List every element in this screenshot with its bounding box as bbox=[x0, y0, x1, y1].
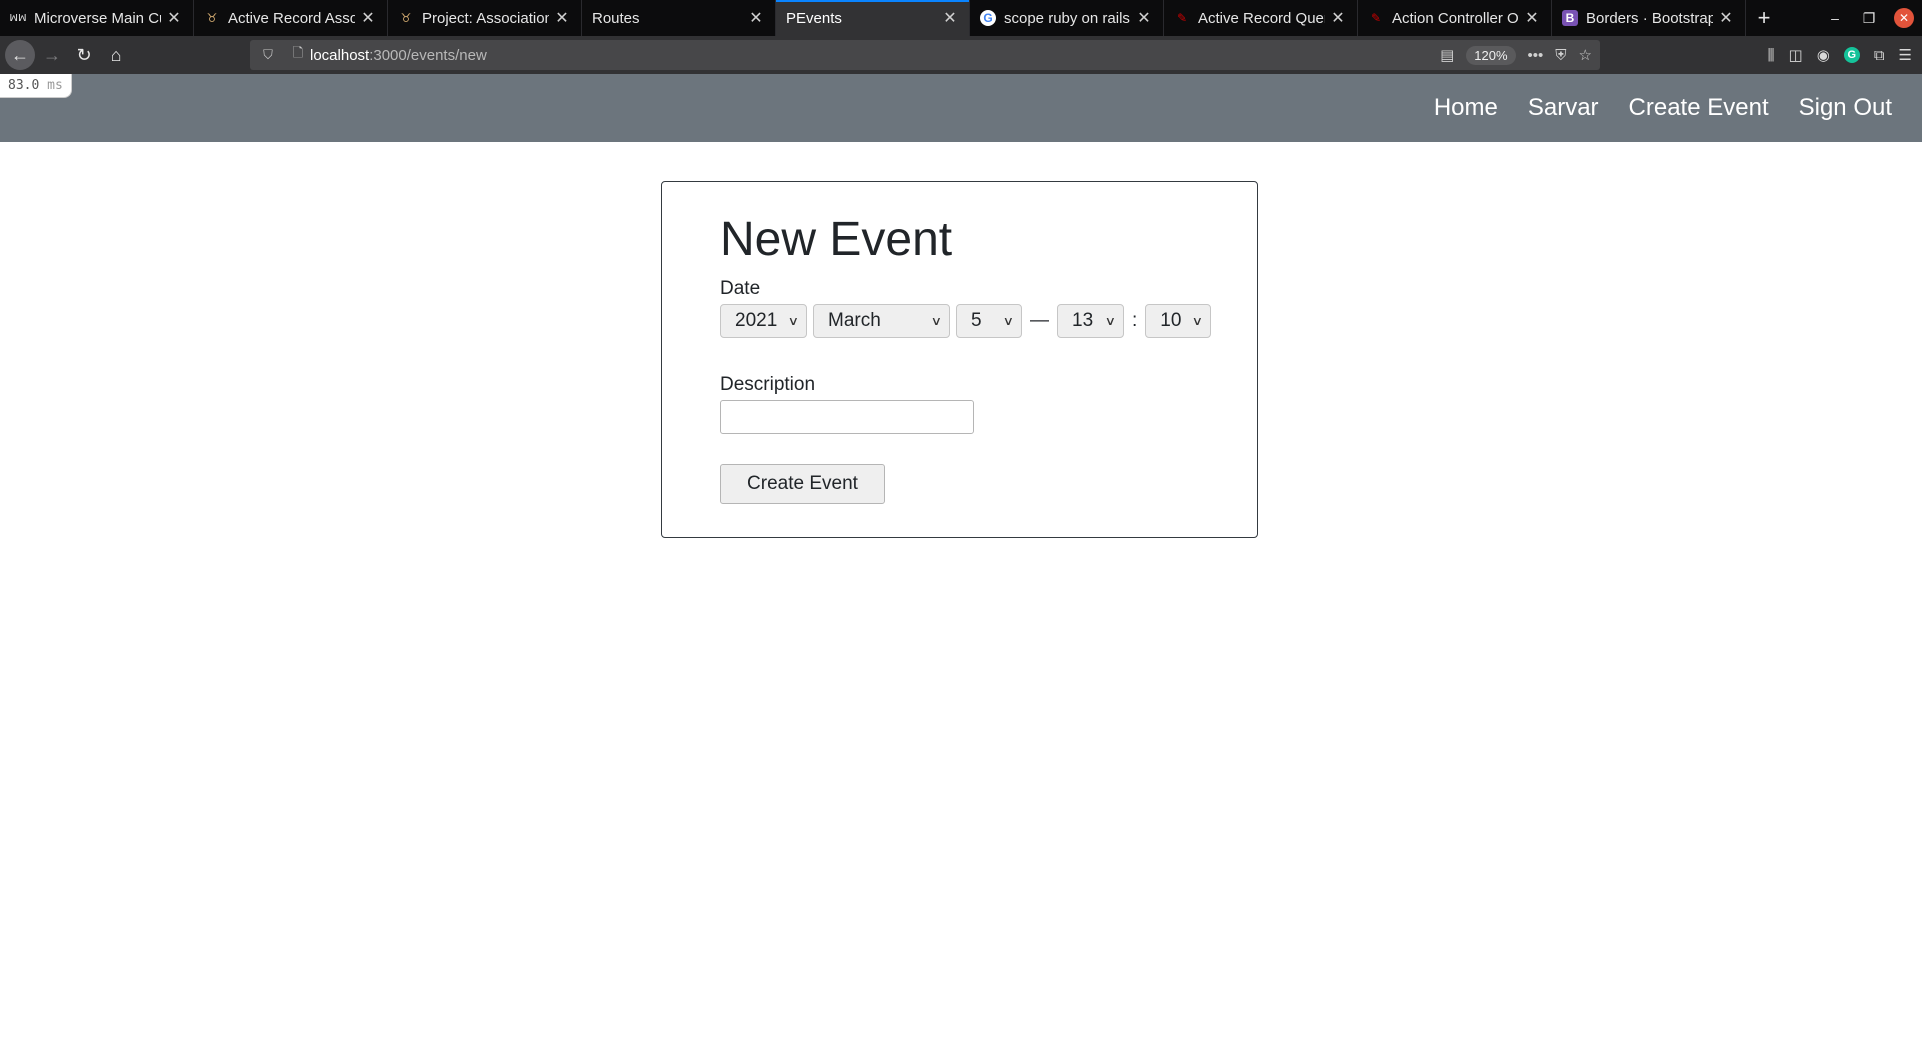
nav-link-home[interactable]: Home bbox=[1434, 94, 1498, 122]
time-separator: : bbox=[1132, 310, 1138, 331]
tab-title: Active Record Assoc bbox=[228, 9, 355, 27]
browser-tab[interactable]: ✎ Active Record Query ✕ bbox=[1164, 0, 1358, 36]
chevron-down-icon: ∨ bbox=[787, 314, 800, 328]
tab-close-icon[interactable]: ✕ bbox=[941, 8, 959, 28]
library-icon[interactable]: ⫼ bbox=[1768, 47, 1775, 64]
google-icon: G bbox=[980, 10, 996, 26]
extensions-icon[interactable]: ⧉ bbox=[1874, 47, 1885, 64]
tab-title: Routes bbox=[592, 9, 640, 27]
home-icon[interactable]: ⌂ bbox=[101, 40, 131, 70]
new-event-card: New Event Date 2021 ∨ March ∨ 5 ∨ — 13 ∨… bbox=[661, 181, 1258, 538]
pocket-icon[interactable]: ⛨ bbox=[1555, 47, 1566, 64]
tab-title: scope ruby on rails c bbox=[1004, 9, 1131, 27]
tab-title: Project: Association bbox=[422, 9, 549, 27]
restore-icon[interactable]: ❐ bbox=[1852, 10, 1886, 27]
window-close-icon[interactable]: ✕ bbox=[1894, 8, 1914, 28]
chevron-down-icon: ∨ bbox=[1192, 314, 1204, 328]
more-actions-icon[interactable]: ••• bbox=[1528, 47, 1544, 64]
reader-view-icon[interactable]: ▤ bbox=[1440, 46, 1454, 64]
day-select[interactable]: 5 ∨ bbox=[956, 304, 1022, 338]
chevron-down-icon: ∨ bbox=[930, 314, 943, 328]
shield-icon[interactable]: ⛉ bbox=[256, 47, 280, 63]
profiler-unit: ms bbox=[47, 78, 63, 93]
hour-value: 13 bbox=[1072, 310, 1094, 331]
microverse-icon: ꟽꟽ bbox=[9, 12, 27, 24]
account-icon[interactable]: ◉ bbox=[1817, 46, 1830, 64]
browser-tab[interactable]: ♉ Project: Association ✕ bbox=[388, 0, 582, 36]
date-select-row: 2021 ∨ March ∨ 5 ∨ — 13 ∨ : 10 ∨ bbox=[720, 304, 1217, 338]
url-host: localhost bbox=[310, 46, 370, 64]
browser-tab-bar: ꟽꟽ Microverse Main Cu ✕ ♉ Active Record … bbox=[0, 0, 1922, 36]
forward-arrow-icon[interactable]: → bbox=[37, 40, 67, 70]
tab-close-icon[interactable]: ✕ bbox=[359, 8, 377, 28]
tab-title: Microverse Main Cu bbox=[34, 9, 161, 27]
tab-close-icon[interactable]: ✕ bbox=[1329, 8, 1347, 28]
rails-icon: ♉ bbox=[206, 11, 218, 25]
tab-close-icon[interactable]: ✕ bbox=[1523, 8, 1541, 28]
rails-icon: ✎ bbox=[1176, 11, 1188, 25]
nav-link-create-event[interactable]: Create Event bbox=[1629, 94, 1769, 122]
tab-close-icon[interactable]: ✕ bbox=[1717, 8, 1735, 28]
tab-title: Action Controller Ov bbox=[1392, 9, 1519, 27]
browser-tab[interactable]: Routes ✕ bbox=[582, 0, 776, 36]
minimize-icon[interactable]: – bbox=[1818, 10, 1852, 26]
menu-icon[interactable]: ☰ bbox=[1899, 46, 1912, 64]
month-select[interactable]: March ∨ bbox=[813, 304, 950, 338]
profiler-value: 83.0 bbox=[8, 78, 40, 93]
bootstrap-icon: B bbox=[1562, 10, 1578, 26]
url-path: :3000/events/new bbox=[369, 46, 487, 64]
browser-navigation-bar: ← → ↻ ⌂ ⛉ 🗋 localhost:3000/events/new ▤ … bbox=[0, 36, 1922, 74]
minute-value: 10 bbox=[1160, 310, 1182, 331]
page-info-icon[interactable]: 🗋 bbox=[286, 44, 310, 66]
tab-close-icon[interactable]: ✕ bbox=[1135, 8, 1153, 28]
browser-tab[interactable]: B Borders · Bootstrap ✕ bbox=[1552, 0, 1746, 36]
description-input[interactable] bbox=[720, 400, 974, 434]
url-bar[interactable]: ⛉ 🗋 localhost:3000/events/new ▤ 120% •••… bbox=[250, 40, 1600, 70]
tab-close-icon[interactable]: ✕ bbox=[165, 8, 183, 28]
site-header: Home Sarvar Create Event Sign Out bbox=[0, 74, 1922, 142]
toolbar-right: ⫼ ◫ ◉ G ⧉ ☰ bbox=[1768, 36, 1912, 74]
description-label: Description bbox=[720, 374, 816, 395]
tab-title: Active Record Query bbox=[1198, 9, 1325, 27]
chevron-down-icon: ∨ bbox=[1104, 314, 1117, 328]
window-controls: – ❐ ✕ bbox=[1818, 0, 1922, 36]
chevron-down-icon: ∨ bbox=[1002, 314, 1015, 328]
tab-close-icon[interactable]: ✕ bbox=[747, 8, 765, 28]
tab-close-icon[interactable]: ✕ bbox=[553, 8, 571, 28]
browser-tab[interactable]: ✎ Action Controller Ov ✕ bbox=[1358, 0, 1552, 36]
page-content: 83.0 ms Home Sarvar Create Event Sign Ou… bbox=[0, 74, 1922, 1055]
nav-link-sign-out[interactable]: Sign Out bbox=[1799, 94, 1892, 122]
browser-tab-active[interactable]: PEvents ✕ bbox=[776, 0, 970, 36]
nav-link-user[interactable]: Sarvar bbox=[1528, 94, 1599, 122]
date-time-separator: — bbox=[1030, 310, 1049, 331]
create-event-button[interactable]: Create Event bbox=[720, 464, 885, 504]
year-value: 2021 bbox=[735, 310, 778, 331]
odin-icon: ♉ bbox=[400, 11, 412, 25]
browser-tab[interactable]: ♉ Active Record Assoc ✕ bbox=[194, 0, 388, 36]
reload-icon[interactable]: ↻ bbox=[69, 40, 99, 70]
grammarly-icon[interactable]: G bbox=[1843, 47, 1860, 63]
new-event-form: New Event Date 2021 ∨ March ∨ 5 ∨ — 13 ∨… bbox=[720, 212, 1217, 504]
month-value: March bbox=[828, 310, 881, 331]
page-title: New Event bbox=[720, 213, 953, 266]
day-value: 5 bbox=[971, 310, 982, 331]
tab-title: Borders · Bootstrap bbox=[1586, 9, 1713, 27]
tab-title: PEvents bbox=[786, 9, 842, 27]
year-select[interactable]: 2021 ∨ bbox=[720, 304, 807, 338]
sidebar-icon[interactable]: ◫ bbox=[1789, 46, 1803, 64]
zoom-level[interactable]: 120% bbox=[1466, 45, 1516, 65]
profiler-badge[interactable]: 83.0 ms bbox=[0, 74, 72, 98]
hour-select[interactable]: 13 ∨ bbox=[1057, 304, 1124, 338]
minute-select[interactable]: 10 ∨ bbox=[1145, 304, 1212, 338]
rails-icon: ✎ bbox=[1370, 11, 1382, 25]
new-tab-icon[interactable]: + bbox=[1746, 0, 1782, 36]
back-arrow-icon[interactable]: ← bbox=[5, 40, 35, 70]
date-label: Date bbox=[720, 278, 761, 299]
browser-tab[interactable]: ꟽꟽ Microverse Main Cu ✕ bbox=[0, 0, 194, 36]
bookmark-star-icon[interactable]: ☆ bbox=[1579, 46, 1592, 64]
browser-tab[interactable]: G scope ruby on rails c ✕ bbox=[970, 0, 1164, 36]
